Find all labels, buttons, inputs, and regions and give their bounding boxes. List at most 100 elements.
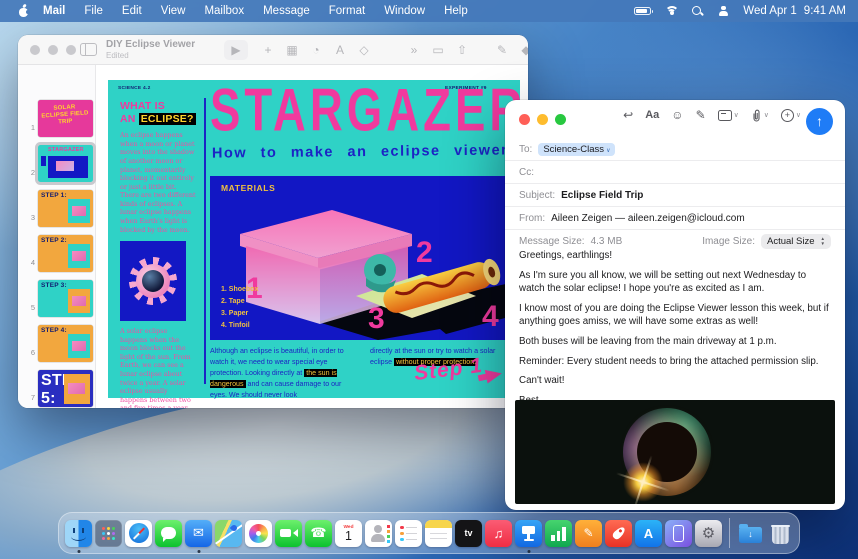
user-switch-icon[interactable] <box>717 6 729 17</box>
header-fields-icon[interactable]: ∨ <box>718 110 739 121</box>
dock-phone[interactable]: ☎ <box>305 520 332 547</box>
minimize-button[interactable] <box>537 114 548 125</box>
dock-reminders[interactable] <box>395 520 422 547</box>
dock-launchpad[interactable] <box>95 520 122 547</box>
eclipse-paragraph-1: An eclipse happens when a moon or planet… <box>120 131 196 234</box>
more-icon[interactable]: » <box>402 43 426 57</box>
animate-icon[interactable]: ◆ <box>514 43 528 57</box>
slide-number: 3 <box>25 213 35 222</box>
recipient-token[interactable]: Science-Class∨ <box>538 143 615 156</box>
close-button[interactable] <box>30 45 40 55</box>
shape-icon[interactable]: ◇ <box>352 43 376 57</box>
minimize-button[interactable] <box>48 45 58 55</box>
dock-calendar[interactable]: Wed1 <box>335 520 362 547</box>
comment-icon[interactable]: ▭ <box>426 43 450 57</box>
slide-thumbnail-7[interactable]: STEP 5: <box>38 370 93 407</box>
menu-format[interactable]: Format <box>329 5 365 17</box>
menu-message[interactable]: Message <box>263 5 310 17</box>
to-field[interactable]: To: Science-Class∨ <box>505 138 845 161</box>
dock-contacts[interactable] <box>365 520 392 547</box>
dock-downloads[interactable]: ↓ <box>737 520 764 547</box>
format-brush-icon[interactable]: ✎ <box>490 43 514 57</box>
dock-safari[interactable] <box>125 520 152 547</box>
sun-icon <box>129 257 177 305</box>
slide-thumbnail-5[interactable]: STEP 3: <box>38 280 93 317</box>
mail-compose-window[interactable]: ↩ Aa ☺ ✎ ∨ ∨ +∨ ↑ To: Science-Class∨ Cc:… <box>505 100 845 510</box>
dock-schoolwork[interactable] <box>605 520 632 547</box>
keynote-titlebar: DIY Eclipse Viewer Edited ▶ + ▦ ◔ A ◇ » … <box>18 35 528 65</box>
keynote-window[interactable]: DIY Eclipse Viewer Edited ▶ + ▦ ◔ A ◇ » … <box>18 35 528 408</box>
appstore-icon: A <box>635 520 662 547</box>
finder-icon <box>65 520 92 547</box>
dock-keynote[interactable] <box>515 520 542 547</box>
zoom-button[interactable] <box>66 45 76 55</box>
svg-text:2: 2 <box>416 236 433 269</box>
materials-list: 1. Shoebox 2. Tape 3. Paper 4. Tinfoil <box>221 284 258 332</box>
dock-pages[interactable]: ✎ <box>575 520 602 547</box>
menubar-time: 9:41 AM <box>804 5 846 17</box>
chart-icon[interactable]: ◔ <box>304 43 328 57</box>
menu-window[interactable]: Window <box>384 5 425 17</box>
menu-edit[interactable]: Edit <box>122 5 142 17</box>
launchpad-icon <box>95 520 122 547</box>
cc-field[interactable]: Cc: <box>505 161 845 184</box>
stargazer-title: STARGAZER <box>210 76 526 145</box>
apple-menu-icon[interactable] <box>18 5 29 17</box>
numbers-icon <box>545 520 572 547</box>
image-size-select[interactable]: Actual Size ▲▼ <box>761 234 831 249</box>
dock-trash[interactable] <box>767 520 794 547</box>
slide-thumbnail-6[interactable]: STEP 4: <box>38 325 93 362</box>
dock-separator <box>729 518 730 548</box>
zoom-button[interactable] <box>555 114 566 125</box>
dock-music[interactable]: ♫ <box>485 520 512 547</box>
text-icon[interactable]: A <box>328 43 352 57</box>
dock-mail[interactable]: ✉ <box>185 520 212 547</box>
dock-iphone-mirroring[interactable] <box>665 520 692 547</box>
slide-thumbnail-4[interactable]: STEP 2: <box>38 235 93 272</box>
format-text-icon[interactable]: Aa <box>645 109 659 121</box>
menubar-clock[interactable]: Wed Apr 1 9:41 AM <box>743 5 846 17</box>
subject-field[interactable]: Subject: Eclipse Field Trip <box>505 184 845 207</box>
dock-finder[interactable] <box>65 520 92 547</box>
phone-icon: ☎ <box>305 520 332 547</box>
dock-tv[interactable]: tv <box>455 520 482 547</box>
facetime-icon <box>275 520 302 547</box>
add-slide-icon[interactable]: + <box>256 43 280 57</box>
menu-file[interactable]: File <box>84 5 103 17</box>
share-icon[interactable]: ⇧ <box>450 43 474 57</box>
sidebar-toggle-icon[interactable] <box>80 43 97 56</box>
dock-appstore[interactable]: A <box>635 520 662 547</box>
slide-thumbnail-1[interactable]: SOLAR ECLIPSE FIELD TRIP <box>38 100 93 137</box>
reminders-icon <box>395 520 422 547</box>
dock-facetime[interactable] <box>275 520 302 547</box>
menu-view[interactable]: View <box>161 5 186 17</box>
close-button[interactable] <box>519 114 530 125</box>
slide-thumbnail-2-selected[interactable]: STARGAZER <box>38 145 93 182</box>
undo-icon[interactable]: ↩ <box>623 108 633 122</box>
from-field[interactable]: From: Aileen Zeigen — aileen.zeigen@iclo… <box>505 207 845 230</box>
play-icon[interactable]: ▶ <box>224 40 248 60</box>
attach-icon[interactable]: ∨ <box>751 109 769 122</box>
search-icon[interactable] <box>692 6 703 17</box>
menu-mailbox[interactable]: Mailbox <box>204 5 244 17</box>
dock-maps[interactable] <box>215 520 242 547</box>
menu-mail[interactable]: Mail <box>43 5 65 17</box>
dock-settings[interactable]: ⚙ <box>695 520 722 547</box>
slide-thumbnail-3[interactable]: STEP 1: <box>38 190 93 227</box>
markup-icon[interactable]: ✎ <box>696 108 706 122</box>
emoji-icon[interactable]: ☺ <box>671 108 683 122</box>
insert-icon[interactable]: +∨ <box>781 109 801 122</box>
dock-photos[interactable] <box>245 520 272 547</box>
eclipse-photo-attachment[interactable] <box>515 400 835 504</box>
dock-messages[interactable] <box>155 520 182 547</box>
dock-notes[interactable] <box>425 520 452 547</box>
pages-icon: ✎ <box>575 520 602 547</box>
slide-navigator: 1 SOLAR ECLIPSE FIELD TRIP 2 STARGAZER 3… <box>18 65 96 408</box>
menu-help[interactable]: Help <box>444 5 468 17</box>
wifi-icon[interactable] <box>665 6 678 16</box>
table-icon[interactable]: ▦ <box>280 43 304 57</box>
battery-icon[interactable] <box>634 7 651 15</box>
dock-numbers[interactable] <box>545 520 572 547</box>
send-button[interactable]: ↑ <box>806 108 833 135</box>
slide-canvas[interactable]: SCIENCE 4.2 EXPERIMENT #9 WHAT IS AN ECL… <box>96 65 528 408</box>
